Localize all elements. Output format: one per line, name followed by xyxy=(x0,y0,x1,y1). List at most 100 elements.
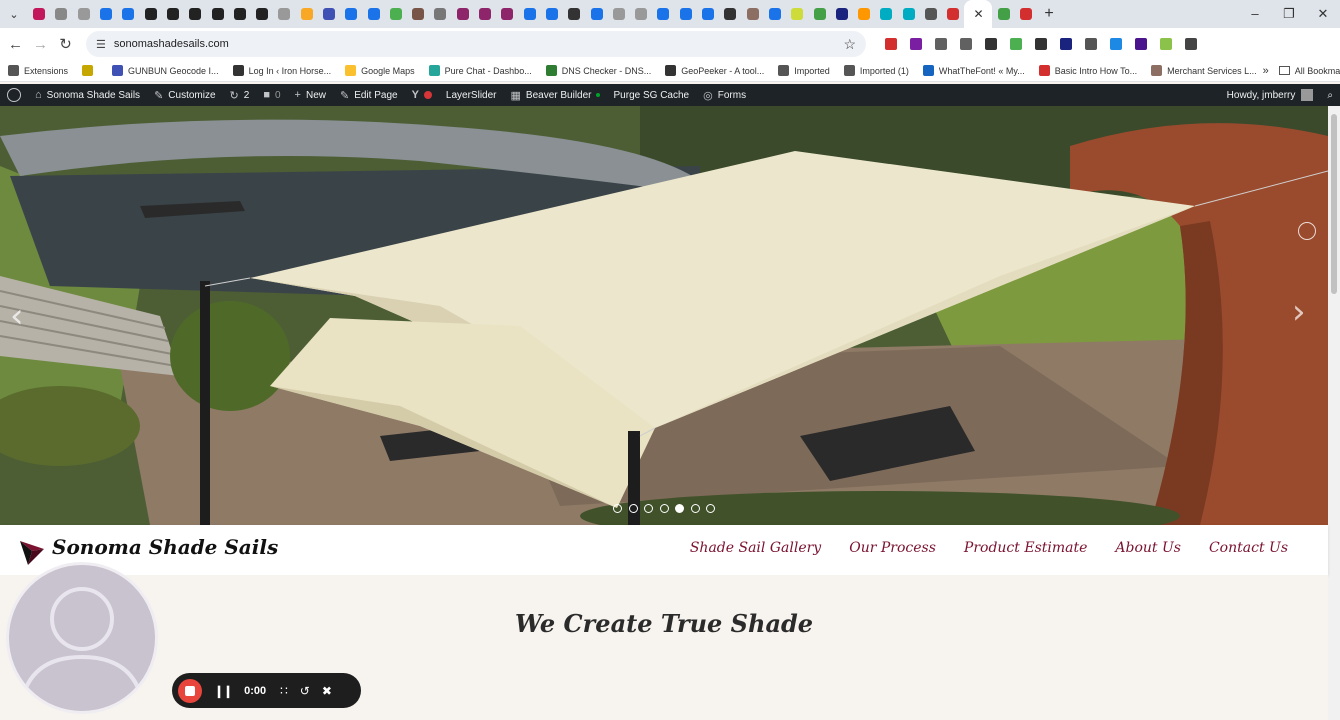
extension-icon[interactable] xyxy=(903,36,928,52)
site-name-link[interactable]: ⌂ Sonoma Shade Sails xyxy=(28,89,147,101)
bookmark-item[interactable]: WhatTheFont! « My... xyxy=(922,65,1025,76)
extension-icon[interactable] xyxy=(1153,36,1178,52)
grid-icon[interactable]: ∷ xyxy=(280,684,288,698)
layerslider-link[interactable]: LayerSlider xyxy=(439,90,504,101)
reload-icon[interactable]: ↻ xyxy=(53,30,78,58)
bookmark-item[interactable]: Basic Intro How To... xyxy=(1038,65,1137,76)
extension-icon[interactable] xyxy=(1078,36,1103,52)
extension-icon[interactable] xyxy=(1103,36,1128,52)
browser-tab[interactable] xyxy=(73,0,95,28)
site-logo-text[interactable]: Sonoma Shade Sails xyxy=(52,535,278,559)
all-bookmarks-button[interactable]: All Bookmarks xyxy=(1278,66,1340,76)
nav-link-contact-us[interactable]: Contact Us xyxy=(1209,540,1288,556)
url-text[interactable]: sonomashadesails.com xyxy=(114,38,229,50)
browser-tab[interactable] xyxy=(519,0,541,28)
edit-page-link[interactable]: ✎ Edit Page xyxy=(333,89,405,102)
slider-pause-button[interactable] xyxy=(1298,222,1316,240)
webcam-bubble[interactable] xyxy=(6,562,158,714)
browser-tab[interactable] xyxy=(318,0,340,28)
browser-tab[interactable] xyxy=(28,0,50,28)
bookmark-item[interactable]: GeoPeeker - A tool... xyxy=(665,65,764,76)
search-icon[interactable]: ⌕ xyxy=(1320,90,1340,101)
page-scrollbar[interactable] xyxy=(1328,106,1340,720)
extension-icon[interactable] xyxy=(1128,36,1153,52)
scrollbar-thumb[interactable] xyxy=(1331,114,1337,294)
browser-tab[interactable] xyxy=(875,0,897,28)
slider-dot[interactable] xyxy=(644,504,653,513)
browser-tab[interactable] xyxy=(117,0,139,28)
nav-link-about-us[interactable]: About Us xyxy=(1115,540,1181,556)
new-content-link[interactable]: + New xyxy=(288,89,333,101)
updates-link[interactable]: ↻ 2 xyxy=(223,89,257,102)
browser-tab[interactable] xyxy=(808,0,830,28)
nav-link-shade-sail-gallery[interactable]: Shade Sail Gallery xyxy=(690,540,821,556)
extension-icon[interactable] xyxy=(1053,36,1078,52)
close-tab-icon[interactable]: ✕ xyxy=(973,7,983,21)
extension-icon[interactable] xyxy=(1178,36,1203,52)
bookmark-item[interactable]: Log In ‹ Iron Horse... xyxy=(232,65,331,76)
slider-dot[interactable] xyxy=(613,504,622,513)
browser-tab[interactable] xyxy=(206,0,228,28)
browser-tab[interactable] xyxy=(786,0,808,28)
browser-tab[interactable] xyxy=(229,0,251,28)
bookmark-star-icon[interactable]: ☆ xyxy=(843,36,856,53)
browser-tab[interactable] xyxy=(1015,0,1037,28)
browser-tab[interactable] xyxy=(296,0,318,28)
browser-tab[interactable] xyxy=(563,0,585,28)
restart-icon[interactable]: ↺ xyxy=(300,684,310,698)
browser-tab[interactable] xyxy=(942,0,964,28)
browser-tab[interactable] xyxy=(362,0,384,28)
forms-link[interactable]: ◎ Forms xyxy=(696,89,753,102)
sail-logo-icon[interactable] xyxy=(18,537,46,567)
extension-icon[interactable] xyxy=(978,36,1003,52)
extension-icon[interactable] xyxy=(928,36,953,52)
beaver-builder-link[interactable]: ▦ Beaver Builder xyxy=(504,89,607,102)
stop-recording-button[interactable] xyxy=(178,678,202,703)
browser-tab[interactable] xyxy=(920,0,942,28)
browser-tab[interactable] xyxy=(992,0,1014,28)
bookmark-item[interactable]: Imported (1) xyxy=(843,65,909,76)
browser-tab[interactable] xyxy=(429,0,451,28)
bookmark-item[interactable]: Google Maps xyxy=(345,65,415,76)
pause-icon[interactable]: ❙❙ xyxy=(214,684,233,698)
browser-tab[interactable] xyxy=(541,0,563,28)
browser-tab[interactable] xyxy=(385,0,407,28)
browser-tab[interactable] xyxy=(630,0,652,28)
browser-tab[interactable] xyxy=(608,0,630,28)
slider-dot[interactable] xyxy=(628,504,638,513)
new-tab-button[interactable]: + xyxy=(1037,5,1061,23)
browser-tab[interactable] xyxy=(496,0,518,28)
browser-tab[interactable] xyxy=(184,0,206,28)
bookmark-item[interactable]: GUNBUN Geocode I... xyxy=(112,65,219,76)
slider-dot[interactable] xyxy=(659,504,669,513)
slider-dot[interactable] xyxy=(706,504,715,513)
browser-tab[interactable] xyxy=(162,0,184,28)
browser-tab[interactable] xyxy=(273,0,295,28)
bookmark-item[interactable]: Merchant Services L... xyxy=(1151,65,1257,76)
browser-tab[interactable] xyxy=(853,0,875,28)
browser-tab[interactable] xyxy=(139,0,161,28)
browser-tab[interactable] xyxy=(452,0,474,28)
back-icon[interactable]: ← xyxy=(3,30,28,58)
hero-slider[interactable]: ‹ › xyxy=(0,106,1328,525)
address-bar[interactable]: ☰ sonomashadesails.com ☆ xyxy=(86,31,866,57)
browser-tab[interactable] xyxy=(764,0,786,28)
nav-link-our-process[interactable]: Our Process xyxy=(849,540,936,556)
site-info-icon[interactable]: ☰ xyxy=(96,38,106,51)
minimize-icon[interactable]: – xyxy=(1238,6,1272,22)
forward-icon[interactable]: → xyxy=(28,30,53,58)
extension-icon[interactable] xyxy=(1028,36,1053,52)
browser-tab[interactable] xyxy=(719,0,741,28)
active-tab[interactable]: ✕ xyxy=(964,0,993,28)
browser-tab[interactable] xyxy=(831,0,853,28)
bookmark-item[interactable]: DNS Checker - DNS... xyxy=(545,65,651,76)
slider-dot[interactable] xyxy=(690,504,700,513)
browser-tab[interactable] xyxy=(652,0,674,28)
bookmark-item[interactable]: Pure Chat - Dashbo... xyxy=(428,65,532,76)
customize-link[interactable]: ✎ Customize xyxy=(147,89,222,102)
purge-cache-link[interactable]: Purge SG Cache xyxy=(607,90,697,101)
browser-tab[interactable] xyxy=(407,0,429,28)
slider-next-icon[interactable]: › xyxy=(1292,292,1306,332)
browser-tab[interactable] xyxy=(50,0,72,28)
close-window-icon[interactable]: ✕ xyxy=(1306,6,1340,22)
